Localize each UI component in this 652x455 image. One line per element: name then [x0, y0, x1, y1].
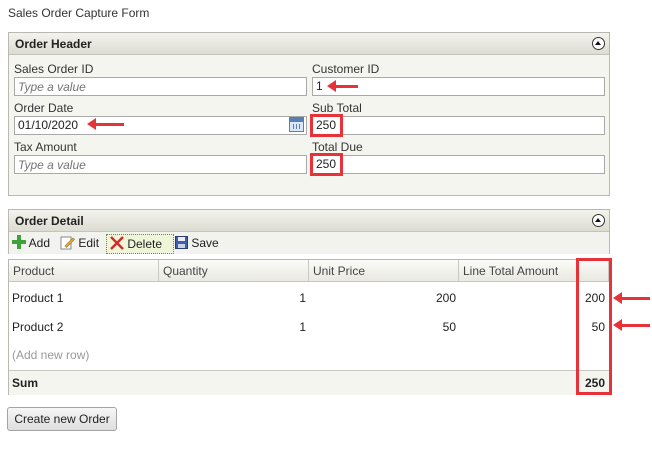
order-detail-panel: Order Detail [8, 209, 610, 233]
edit-icon [60, 236, 75, 250]
cell-unit-price: 50 [442, 320, 456, 334]
column-header-unit-price[interactable]: Unit Price [309, 260, 459, 282]
total-due-input[interactable]: 250 [312, 155, 605, 174]
tax-amount-label: Tax Amount [14, 140, 77, 154]
column-header-product[interactable]: Product [9, 260, 159, 282]
sum-row: Sum 250 [9, 370, 609, 395]
delete-button[interactable]: Delete [106, 234, 174, 254]
edit-button[interactable]: Edit [60, 234, 99, 252]
delete-x-icon [110, 236, 124, 250]
cell-quantity: 1 [299, 320, 306, 334]
add-button[interactable]: Add [12, 234, 50, 252]
cell-unit-price: 200 [435, 291, 456, 305]
annotation-arrow-row-1 [613, 292, 650, 304]
add-new-row-link[interactable]: (Add new row) [12, 347, 89, 363]
save-label: Save [191, 236, 219, 250]
cell-product: Product 1 [12, 291, 64, 305]
delete-label: Delete [127, 237, 163, 251]
annotation-arrow-row-2 [613, 319, 650, 331]
cell-product: Product 2 [12, 320, 64, 334]
detail-toolbar: Add Edit Delete Save [8, 232, 610, 254]
order-header-panel: Order Header Sales Order ID Customer ID … [8, 32, 610, 196]
highlight-box-total-due [310, 153, 343, 176]
tax-amount-input[interactable] [14, 155, 307, 174]
annotation-arrow-customer-id [327, 80, 358, 92]
customer-id-label: Customer ID [312, 62, 380, 76]
collapse-icon[interactable] [592, 37, 605, 50]
edit-label: Edit [78, 236, 100, 250]
sum-label: Sum [12, 376, 39, 390]
sub-total-input[interactable]: 250 [312, 116, 605, 135]
add-label: Add [28, 236, 51, 250]
highlight-box-line-total [576, 258, 612, 395]
cell-quantity: 1 [299, 291, 306, 305]
save-disk-icon [175, 236, 188, 249]
sub-total-label: Sub Total [312, 101, 362, 115]
order-detail-title: Order Detail [9, 210, 609, 232]
sales-order-id-input[interactable] [14, 77, 307, 96]
annotation-arrow-order-date [87, 118, 124, 130]
order-date-label: Order Date [14, 101, 74, 115]
collapse-icon[interactable] [592, 214, 605, 227]
order-date-input[interactable]: 01/10/2020 [14, 116, 307, 135]
plus-icon [12, 235, 26, 249]
sales-order-id-label: Sales Order ID [14, 62, 94, 76]
calendar-icon[interactable] [289, 117, 304, 132]
create-new-order-button[interactable]: Create new Order [7, 407, 117, 431]
column-header-quantity[interactable]: Quantity [159, 260, 309, 282]
highlight-box-sub-total [310, 114, 343, 137]
order-detail-grid: Product Quantity Unit Price Line Total A… [8, 259, 610, 395]
save-button[interactable]: Save [175, 234, 219, 252]
total-due-label: Total Due [312, 140, 363, 154]
form-title: Sales Order Capture Form [8, 6, 150, 20]
order-header-title: Order Header [9, 33, 609, 55]
